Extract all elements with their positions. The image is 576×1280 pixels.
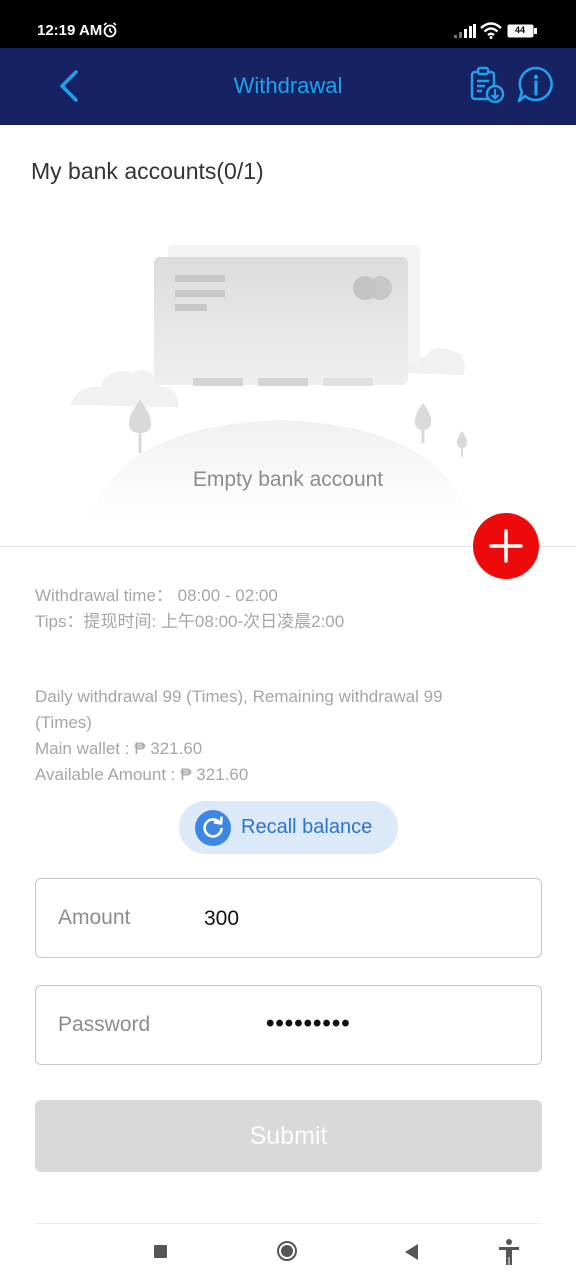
amount-field[interactable]: Amount 300 xyxy=(35,878,542,958)
plus-icon xyxy=(489,529,523,563)
daily-withdrawal-text-cont: (Times) xyxy=(35,713,92,732)
wifi-icon xyxy=(480,22,502,39)
battery-level: 44 xyxy=(514,25,525,35)
app-header: Withdrawal xyxy=(0,48,576,125)
password-input[interactable]: ••••••••• xyxy=(266,1010,351,1038)
accessibility-icon[interactable] xyxy=(497,1238,521,1266)
refresh-icon xyxy=(195,810,231,846)
info-bubble-icon xyxy=(517,66,553,103)
tips-text: Tips：提现时间: 上午08:00-次日凌晨2:00 xyxy=(35,612,345,631)
submit-button[interactable]: Submit xyxy=(35,1100,542,1172)
recall-balance-button[interactable]: Recall balance xyxy=(179,801,398,854)
empty-bank-account-text: Empty bank account xyxy=(192,468,384,491)
status-bar: 12:19 AM 44 xyxy=(0,0,576,48)
alarm-icon xyxy=(103,22,117,38)
clipboard-download-icon xyxy=(470,66,505,104)
bottom-divider xyxy=(35,1223,542,1224)
home-circle-icon[interactable] xyxy=(276,1240,298,1262)
password-field[interactable]: Password ••••••••• xyxy=(35,985,542,1065)
recall-balance-label: Recall balance xyxy=(241,816,373,838)
records-button[interactable] xyxy=(466,65,506,105)
signal-icon xyxy=(454,24,476,38)
password-label: Password xyxy=(58,1013,151,1036)
bank-accounts-title: My bank accounts(0/1) xyxy=(31,158,264,184)
daily-withdrawal-text: Daily withdrawal 99 (Times), Remaining w… xyxy=(35,687,443,706)
withdrawal-time-text: Withdrawal time： 08:00 - 02:00 xyxy=(35,586,278,605)
status-time: 12:19 AM xyxy=(37,22,103,39)
info-button[interactable] xyxy=(516,65,556,105)
main-wallet-text: Main wallet : ₱ 321.60 xyxy=(35,739,203,758)
amount-input[interactable]: 300 xyxy=(204,907,239,931)
amount-label: Amount xyxy=(58,906,131,929)
nav-back-icon[interactable] xyxy=(403,1243,419,1261)
add-bank-account-button[interactable] xyxy=(473,513,539,579)
available-amount-text: Available Amount : ₱ 321.60 xyxy=(35,765,249,784)
recent-apps-icon[interactable] xyxy=(154,1245,167,1258)
submit-label: Submit xyxy=(249,1122,328,1150)
